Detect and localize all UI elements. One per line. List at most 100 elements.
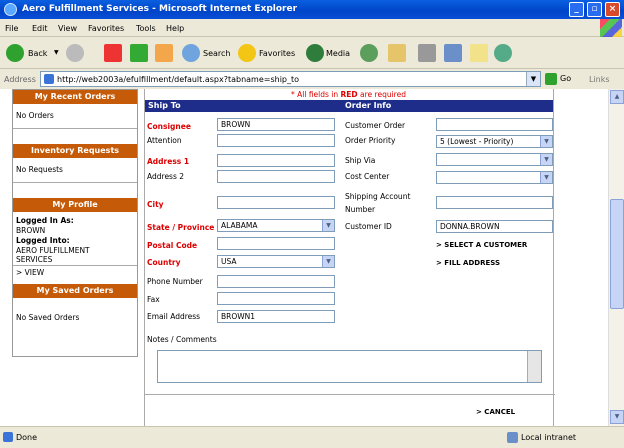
postal-code-label: Postal Code [147, 241, 198, 250]
order-priority-label: Order Priority [345, 136, 396, 145]
scroll-thumb[interactable] [610, 199, 624, 309]
security-zone: Local intranet [521, 433, 577, 442]
city-label: City [147, 200, 164, 209]
back-dropdown-icon[interactable]: ▼ [54, 49, 59, 56]
home-icon[interactable] [155, 44, 173, 62]
country-dropdown-icon[interactable]: ▼ [322, 256, 334, 267]
ship-via-dropdown-icon[interactable]: ▼ [540, 154, 552, 165]
edit-icon[interactable] [444, 44, 462, 62]
postal-code-input[interactable] [217, 237, 335, 250]
consignee-input[interactable]: BROWN [217, 118, 335, 131]
forward-icon[interactable] [66, 44, 84, 62]
customer-order-input[interactable] [436, 118, 553, 131]
notes-textarea[interactable] [157, 350, 542, 383]
country-label: Country [147, 258, 181, 267]
page-done-icon [3, 432, 13, 442]
order-priority-value: 5 (Lowest - Priority) [440, 137, 514, 146]
window-title: Aero Fulfillment Services - Microsoft In… [22, 4, 298, 14]
address-input[interactable]: http://web2003a/efulfillment/default.asp… [40, 71, 541, 87]
scroll-up-icon[interactable]: ▲ [610, 90, 624, 104]
cancel-link[interactable]: > CANCEL [476, 408, 515, 416]
minimize-button[interactable]: _ [569, 2, 584, 17]
state-dropdown-icon[interactable]: ▼ [322, 220, 334, 231]
state-value: ALABAMA [221, 221, 258, 230]
page-content: My Recent Orders No Orders Inventory Req… [0, 89, 608, 426]
inventory-requests-header: Inventory Requests [13, 144, 137, 158]
profile-user: BROWN [16, 226, 46, 235]
order-priority-select[interactable]: 5 (Lowest - Priority) ▼ [436, 135, 553, 148]
menu-bar: File Edit View Favorites Tools Help [0, 19, 624, 37]
state-select[interactable]: ALABAMA ▼ [217, 219, 335, 232]
address-dropdown-icon[interactable]: ▼ [526, 72, 540, 86]
attention-input[interactable] [217, 134, 335, 147]
scroll-down-icon[interactable]: ▼ [610, 410, 624, 424]
status-bar: Done Local intranet [0, 426, 624, 448]
fill-address-link[interactable]: > FILL ADDRESS [436, 259, 500, 267]
intranet-icon [507, 432, 518, 443]
priority-dropdown-icon[interactable]: ▼ [540, 136, 552, 147]
refresh-icon[interactable] [130, 44, 148, 62]
title-bar: Aero Fulfillment Services - Microsoft In… [0, 0, 624, 19]
logged-in-as-label: Logged In As: [16, 216, 74, 225]
cost-center-select[interactable]: ▼ [436, 171, 553, 184]
print-icon[interactable] [418, 44, 436, 62]
country-select[interactable]: USA ▼ [217, 255, 335, 268]
country-value: USA [221, 257, 237, 266]
maximize-button[interactable]: ▫ [587, 2, 602, 17]
media-button[interactable]: Media [326, 49, 350, 58]
notes-scrollbar[interactable] [527, 351, 541, 382]
back-icon[interactable] [6, 44, 24, 62]
menu-tools[interactable]: Tools [136, 24, 156, 33]
menu-favorites[interactable]: Favorites [88, 24, 124, 33]
ship-via-select[interactable]: ▼ [436, 153, 553, 166]
address2-input[interactable] [217, 170, 335, 183]
divider [13, 265, 137, 266]
shipping-account-label-line2: Number [345, 205, 376, 214]
email-input[interactable]: BROWN1 [217, 310, 335, 323]
stop-icon[interactable] [104, 44, 122, 62]
select-customer-link[interactable]: > SELECT A CUSTOMER [436, 241, 527, 249]
media-icon[interactable] [306, 44, 324, 62]
customer-id-label: Customer ID [345, 222, 392, 231]
address1-input[interactable] [217, 154, 335, 167]
search-icon[interactable] [182, 44, 200, 62]
toolbar: Back ▼ Search Favorites Media [0, 37, 624, 69]
favorites-star-icon[interactable] [238, 44, 256, 62]
shipping-account-input[interactable] [436, 196, 553, 209]
menu-view[interactable]: View [58, 24, 77, 33]
profile-company-line2: SERVICES [16, 255, 53, 264]
recent-orders-header: My Recent Orders [13, 90, 137, 104]
saved-orders-text: No Saved Orders [16, 313, 80, 322]
address-label: Address [4, 75, 36, 84]
cost-center-dropdown-icon[interactable]: ▼ [540, 172, 552, 183]
phone-input[interactable] [217, 275, 335, 288]
sidebar: My Recent Orders No Orders Inventory Req… [12, 89, 138, 357]
menu-edit[interactable]: Edit [32, 24, 48, 33]
links-button[interactable]: Links [589, 75, 610, 84]
menu-file[interactable]: File [5, 24, 18, 33]
status-text: Done [16, 433, 38, 442]
city-input[interactable] [217, 196, 335, 209]
favorites-button[interactable]: Favorites [259, 49, 295, 58]
menu-help[interactable]: Help [166, 24, 184, 33]
page-scrollbar[interactable]: ▲ ▼ [608, 89, 624, 426]
profile-company-line1: AERO FULFILLMENT [16, 246, 90, 255]
customer-id-input[interactable]: DONNA.BROWN [436, 220, 553, 233]
profile-view-link[interactable]: > VIEW [16, 268, 44, 277]
fax-input[interactable] [217, 292, 335, 305]
recent-orders-text: No Orders [16, 111, 54, 120]
fax-label: Fax [147, 295, 160, 304]
notes-label: Notes / Comments [147, 335, 217, 344]
mail-icon[interactable] [388, 44, 406, 62]
messenger-icon[interactable] [494, 44, 512, 62]
go-arrow-icon[interactable] [545, 73, 557, 85]
go-button[interactable]: Go [560, 74, 571, 83]
back-button[interactable]: Back [28, 49, 47, 58]
history-icon[interactable] [360, 44, 378, 62]
close-button[interactable]: × [605, 2, 620, 17]
required-note-red: RED [340, 90, 358, 99]
search-button[interactable]: Search [203, 49, 230, 58]
address-url: http://web2003a/efulfillment/default.asp… [57, 75, 300, 84]
discuss-icon[interactable] [470, 44, 488, 62]
address2-label: Address 2 [147, 172, 185, 181]
